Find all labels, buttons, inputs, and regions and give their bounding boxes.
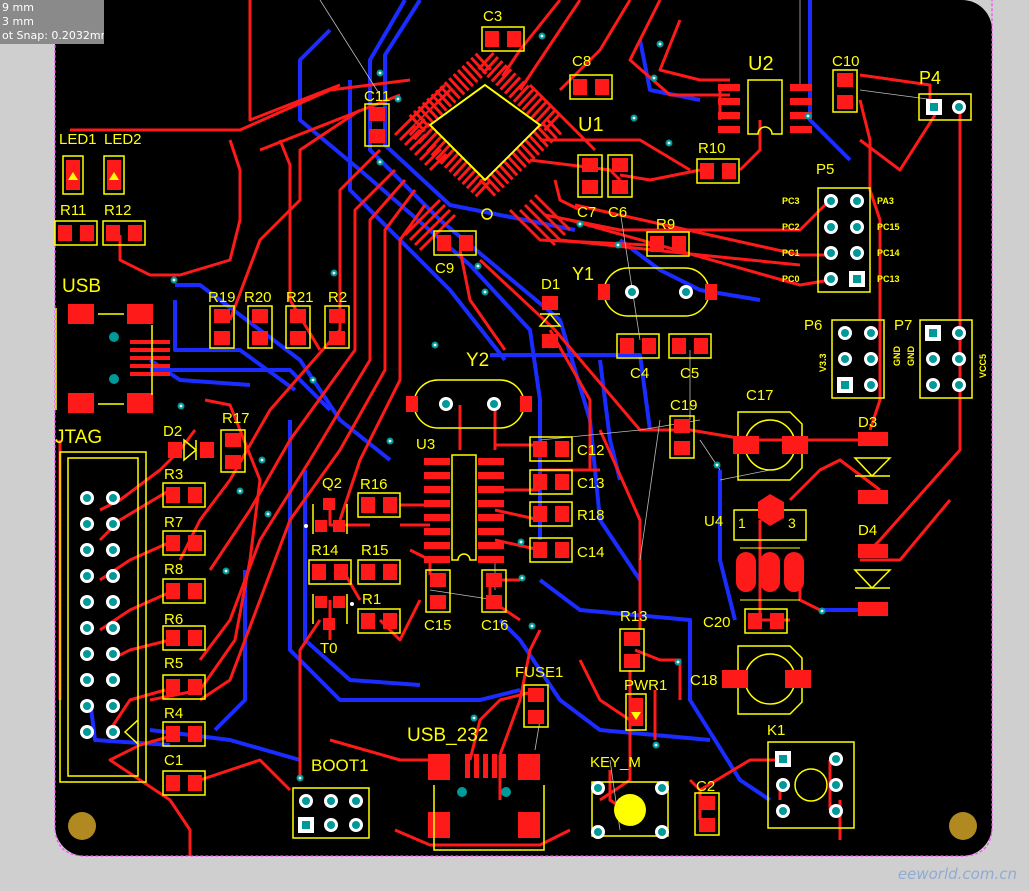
- label-k1: K1: [767, 722, 785, 739]
- label-r18: R18: [577, 507, 605, 524]
- p6-pin-label: V3.3: [818, 353, 828, 372]
- label-c4: C4: [630, 365, 649, 382]
- label-c13: C13: [577, 475, 605, 492]
- label-y1: Y1: [572, 264, 594, 284]
- label-r1: R1: [362, 591, 381, 608]
- label-p7: P7: [894, 317, 912, 334]
- label-p5: P5: [816, 161, 834, 178]
- label-boot1: BOOT1: [311, 756, 369, 775]
- label-jtag: JTAG: [55, 427, 102, 448]
- label-r20: R20: [244, 289, 272, 306]
- led2[interactable]: [103, 155, 125, 195]
- p5-right-pin-label: PC14: [877, 248, 900, 258]
- label-c16: C16: [481, 617, 509, 634]
- label-r3: R3: [164, 466, 183, 483]
- label-c18: C18: [690, 672, 718, 689]
- label-p6: P6: [804, 317, 822, 334]
- label-usb: USB: [62, 276, 101, 297]
- label-c8: C8: [572, 53, 591, 70]
- label-u3: U3: [416, 436, 435, 453]
- label-r15: R15: [361, 542, 389, 559]
- label-c10: C10: [832, 53, 860, 70]
- label-u2: U2: [748, 53, 774, 75]
- label-c3: C3: [483, 8, 502, 25]
- label-c14: C14: [577, 544, 605, 561]
- label-d3: D3: [858, 414, 877, 431]
- label-usb-232: USB_232: [407, 725, 488, 746]
- label-r5: R5: [164, 655, 183, 672]
- label-c20: C20: [703, 614, 731, 631]
- label-r19: R19: [208, 289, 236, 306]
- p7-gnd-label: GND: [892, 346, 902, 367]
- u4-pin3-label: 3: [788, 515, 796, 531]
- p5-right-pin-label: PA3: [877, 196, 894, 206]
- label-pwr1: PWR1: [624, 677, 667, 694]
- label-key-m: KEY_M: [590, 754, 641, 771]
- label-d4: D4: [858, 522, 877, 539]
- label-c11: C11: [364, 88, 390, 105]
- label-r9: R9: [656, 216, 675, 233]
- pcb-layout-canvas[interactable]: C3C8 U2 C10P4C11U1R10LED1 LED2P5R11 R12 C7 C6R…: [0, 0, 1029, 891]
- watermark: eeworld.com.cn: [897, 865, 1017, 883]
- label-c2: C2: [696, 778, 715, 795]
- label-c6: C6: [608, 204, 627, 221]
- label-r17: R17: [222, 410, 250, 427]
- p5-right-pin-label: PC13: [877, 274, 900, 284]
- label-u1: U1: [578, 114, 604, 136]
- mount-hole-left: [68, 812, 96, 840]
- u4-pin1-label: 1: [738, 515, 746, 531]
- led1[interactable]: [62, 155, 84, 195]
- label-c7: C7: [577, 204, 596, 221]
- mount-hole-right: [949, 812, 977, 840]
- p5-right-pin-label: PC15: [877, 222, 900, 232]
- label-q2: Q2: [322, 475, 342, 492]
- p7-vcc-label: VCC5: [978, 354, 988, 378]
- label-u4: U4: [704, 513, 723, 530]
- label-led2: LED2: [104, 131, 142, 148]
- readout-line-1: 9 mm: [2, 1, 34, 14]
- label-r7: R7: [164, 514, 183, 531]
- label-c19: C19: [670, 397, 698, 414]
- p7-gnd-label: GND: [906, 346, 916, 367]
- p5-left-pin-label: PC2: [782, 222, 800, 232]
- coordinate-readout: 9 mm 3 mm ot Snap: 0.2032mm: [0, 0, 104, 44]
- label-r2: R2: [328, 289, 347, 306]
- label-fuse1: FUSE1: [515, 664, 563, 681]
- readout-line-3: ot Snap: 0.2032mm: [2, 29, 104, 42]
- p5-left-pin-label: PC3: [782, 196, 800, 206]
- label-c1: C1: [164, 752, 183, 769]
- label-r14: R14: [311, 542, 339, 559]
- label-c15: C15: [424, 617, 452, 634]
- label-c12: C12: [577, 442, 605, 459]
- label-d1: D1: [541, 276, 560, 293]
- label-y2: Y2: [466, 350, 489, 371]
- p5-left-pin-label: PC1: [782, 248, 800, 258]
- readout-line-2: 3 mm: [2, 15, 34, 28]
- label-led1: LED1: [59, 131, 97, 148]
- label-r8: R8: [164, 561, 183, 578]
- pwr1-led[interactable]: [625, 693, 647, 731]
- label-d2: D2: [163, 423, 182, 440]
- label-r21: R21: [286, 289, 314, 306]
- label-t0: T0: [320, 640, 338, 657]
- label-r4: R4: [164, 705, 183, 722]
- label-p4: P4: [919, 68, 941, 88]
- label-c9: C9: [435, 260, 454, 277]
- label-c17: C17: [746, 387, 774, 404]
- p5-left-pin-label: PC0: [782, 274, 800, 284]
- label-r13: R13: [620, 608, 648, 625]
- label-r16: R16: [360, 476, 388, 493]
- label-r10: R10: [698, 140, 726, 157]
- label-r6: R6: [164, 611, 183, 628]
- label-c5: C5: [680, 365, 699, 382]
- label-r11: R11: [60, 202, 86, 219]
- label-r12: R12: [104, 202, 132, 219]
